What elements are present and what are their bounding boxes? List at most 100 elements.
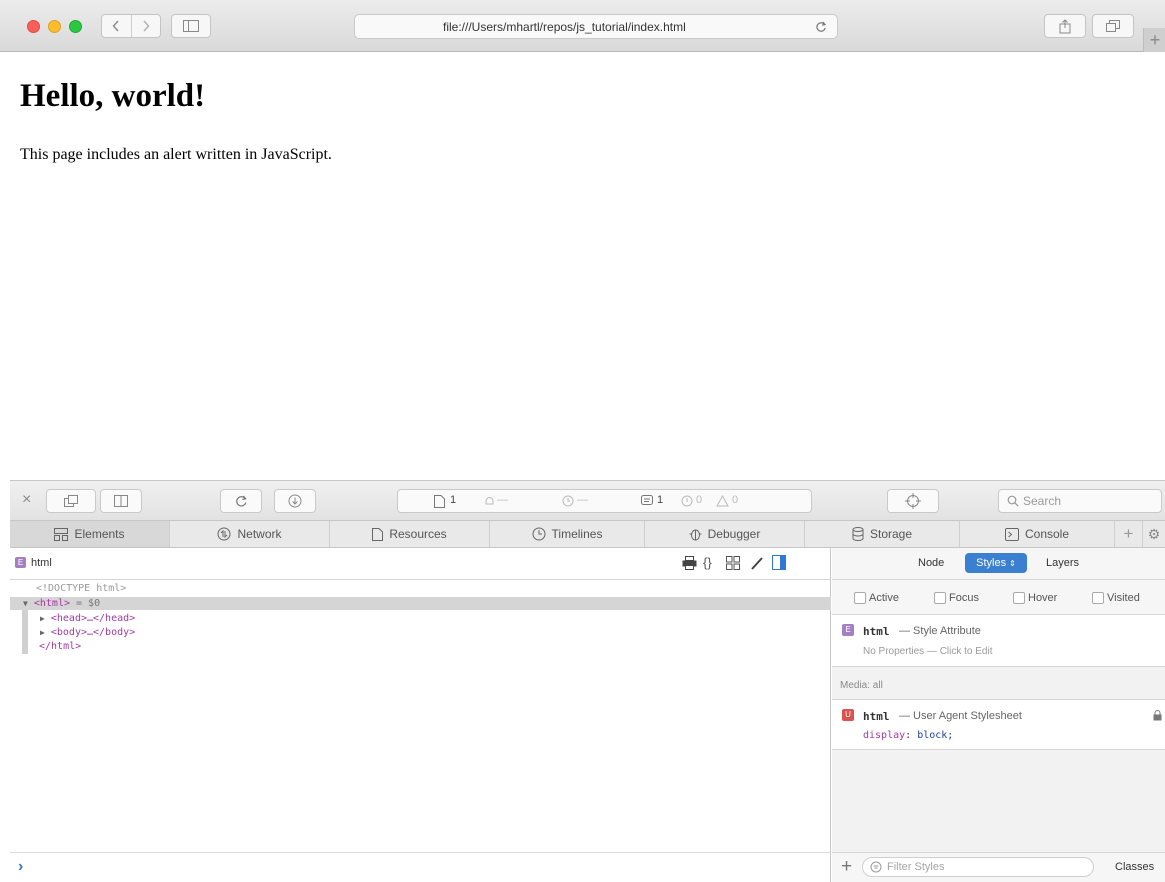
load-dash: —	[577, 494, 588, 506]
tab-styles[interactable]: Styles ⇕	[965, 553, 1027, 573]
network-icon	[217, 527, 231, 541]
back-button[interactable]	[102, 15, 132, 37]
clock-icon	[562, 495, 574, 507]
body-node[interactable]: ▶ <body>…</body>	[40, 627, 135, 638]
disclosure-closed-icon[interactable]: ▶	[40, 628, 45, 637]
checkbox-hover[interactable]: Hover	[1013, 592, 1058, 605]
download-icon	[288, 494, 302, 508]
address-bar[interactable]: file:///Users/mhartl/repos/js_tutorial/i…	[354, 14, 838, 39]
new-tab-button[interactable]: +	[1143, 28, 1165, 52]
dock-side-button[interactable]	[100, 489, 142, 513]
tab-node[interactable]: Node	[918, 557, 944, 569]
tab-console[interactable]: Console	[960, 521, 1115, 547]
activity-viewer[interactable]: 1 — — 1 0 0	[397, 489, 812, 513]
add-rule-plus-icon[interactable]: +	[841, 856, 852, 878]
download-archive-button[interactable]	[274, 489, 316, 513]
tab-layers[interactable]: Layers	[1046, 557, 1079, 569]
inspector-search-field[interactable]: Search	[998, 489, 1162, 513]
html-close-tag[interactable]: </html>	[39, 641, 81, 652]
css-value: block;	[917, 730, 954, 741]
debugger-icon	[689, 529, 702, 541]
element-badge-icon: E	[842, 624, 854, 636]
rule-selector: html	[863, 710, 890, 723]
user-agent-rule[interactable]: U html — User Agent Stylesheet display: …	[832, 700, 1165, 750]
back-forward-group	[101, 14, 161, 38]
tab-debugger[interactable]: Debugger	[645, 521, 805, 547]
checkbox-label: Active	[869, 592, 899, 604]
console-input[interactable]: ›	[10, 852, 831, 882]
tab-elements[interactable]: Elements	[10, 521, 170, 547]
time-dash: —	[497, 494, 508, 506]
undock-icon	[64, 495, 78, 507]
forward-button[interactable]	[132, 15, 161, 37]
disclosure-closed-icon[interactable]: ▶	[40, 614, 45, 623]
sidebar-toggle-button[interactable]	[171, 14, 211, 38]
empty-rule-note[interactable]: No Properties — Click to Edit	[863, 646, 993, 657]
head-node[interactable]: ▶ <head>…</head>	[40, 613, 135, 624]
checkbox-visited[interactable]: Visited	[1092, 592, 1140, 605]
reload-icon[interactable]	[815, 21, 827, 33]
tab-resources[interactable]: Resources	[330, 521, 490, 547]
close-inspector-icon[interactable]: ×	[22, 491, 31, 509]
close-window-button[interactable]	[27, 20, 40, 33]
sidebar-icon	[183, 20, 199, 32]
checkbox-active[interactable]: Active	[854, 592, 899, 605]
checkbox-focus[interactable]: Focus	[934, 592, 979, 605]
tab-label: Debugger	[707, 527, 761, 541]
style-attribute-rule[interactable]: E html — Style Attribute No Properties —…	[832, 615, 1165, 667]
reload-page-button[interactable]	[220, 489, 262, 513]
errors-count: 0	[696, 494, 703, 506]
rule-selector: html	[863, 625, 890, 638]
page-paragraph: This page includes an alert written in J…	[20, 146, 332, 163]
html-node[interactable]: ▼ <html> = $0	[23, 598, 100, 609]
print-styles-icon[interactable]	[682, 556, 697, 575]
paint-flashing-icon[interactable]	[750, 556, 764, 575]
console-prompt-icon: ›	[18, 858, 24, 875]
pseudo-state-bar: Active Focus Hover Visited	[832, 580, 1165, 615]
search-placeholder: Search	[1023, 494, 1062, 508]
classes-button[interactable]: Classes	[1115, 861, 1154, 873]
storage-icon	[852, 527, 864, 541]
element-badge-icon: E	[15, 557, 26, 568]
page-heading: Hello, world!	[20, 78, 206, 114]
toggle-sidebar-icon[interactable]	[772, 555, 786, 575]
warning-icon	[716, 495, 729, 507]
plus-icon: +	[1123, 524, 1134, 543]
shadow-dom-icon[interactable]: {}	[703, 555, 712, 570]
html-open-tag: <html>	[33, 598, 70, 609]
tab-label: Console	[1024, 527, 1070, 541]
filter-styles-input[interactable]: Filter Styles	[862, 857, 1094, 877]
resource-file-icon	[434, 495, 445, 508]
search-icon	[1007, 495, 1019, 507]
checkbox-label: Visited	[1107, 592, 1140, 604]
inspector-tab-bar: Elements Network Resources Timelines Deb…	[10, 521, 1165, 548]
css-declaration: display: block;	[863, 730, 954, 741]
chevron-right-icon	[143, 20, 150, 32]
tab-storage[interactable]: Storage	[805, 521, 960, 547]
inspect-element-button[interactable]	[887, 489, 939, 513]
rule-source: — Style Attribute	[899, 625, 981, 637]
tab-network[interactable]: Network	[170, 521, 330, 547]
show-tabs-button[interactable]	[1092, 14, 1134, 38]
share-icon	[1059, 18, 1071, 33]
dock-side-icon	[114, 495, 128, 507]
new-tab-button[interactable]: +	[1115, 521, 1143, 547]
minimize-window-button[interactable]	[48, 20, 61, 33]
breadcrumb-item[interactable]: html	[31, 557, 52, 569]
layout-grid-icon[interactable]	[726, 556, 740, 575]
tab-label: Network	[237, 527, 282, 541]
disclosure-open-icon[interactable]: ▼	[23, 599, 28, 608]
settings-button[interactable]: ⚙	[1143, 521, 1165, 547]
filter-icon	[870, 861, 882, 873]
checkbox-label: Hover	[1028, 592, 1058, 604]
share-button[interactable]	[1044, 14, 1086, 38]
tab-timelines[interactable]: Timelines	[490, 521, 645, 547]
browser-toolbar: file:///Users/mhartl/repos/js_tutorial/i…	[0, 0, 1165, 52]
breadcrumb: E html {}	[10, 548, 831, 580]
zoom-window-button[interactable]	[69, 20, 82, 33]
doctype-node[interactable]: <!DOCTYPE html>	[36, 583, 126, 594]
resources-count: 1	[450, 494, 457, 506]
styles-footer: + Filter Styles Classes	[832, 852, 1165, 882]
lock-icon	[1153, 710, 1162, 721]
detach-inspector-button[interactable]	[46, 489, 96, 513]
